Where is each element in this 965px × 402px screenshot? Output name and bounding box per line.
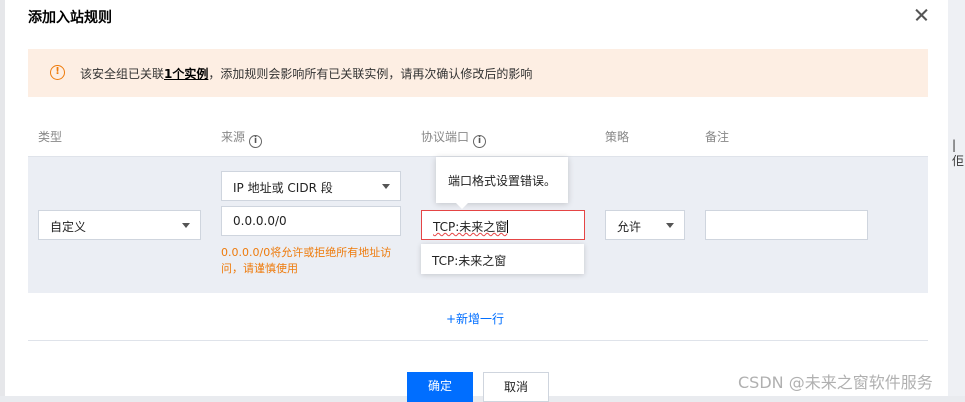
warning-text-after: ，添加规则会影响所有已关联实例，请再次确认修改后的影响 xyxy=(208,67,533,81)
cancel-button[interactable]: 取消 xyxy=(483,372,549,402)
text-cursor xyxy=(507,220,509,233)
header-port: 协议端口 i xyxy=(421,128,487,148)
source-input[interactable]: 0.0.0.0/0 xyxy=(221,206,401,236)
dialog-title: 添加入站规则 xyxy=(28,10,112,26)
policy-select[interactable]: 允许 xyxy=(605,210,685,240)
warning-banner: ! 该安全组已关联1个实例，添加规则会影响所有已关联实例，请再次确认修改后的影响 xyxy=(28,49,928,97)
header-policy: 策略 xyxy=(605,128,629,145)
type-select[interactable]: 自定义 xyxy=(38,210,201,240)
source-input-value: 0.0.0.0/0 xyxy=(233,214,287,228)
background-page-edge: |佢 xyxy=(948,0,965,396)
source-type-select[interactable]: IP 地址或 CIDR 段 xyxy=(221,171,401,201)
source-hint: 0.0.0.0/0将允许或拒绝所有地址访问，请谨慎使用 xyxy=(221,246,392,275)
info-icon[interactable]: i xyxy=(473,135,487,148)
header-policy-label: 策略 xyxy=(605,130,630,144)
source-type-select-value: IP 地址或 CIDR 段 xyxy=(233,181,333,195)
footer-divider xyxy=(28,340,928,341)
info-icon[interactable]: i xyxy=(249,135,263,148)
chevron-down-icon xyxy=(666,223,674,228)
port-input-value: TCP:未来之窗 xyxy=(433,218,509,235)
close-icon[interactable] xyxy=(911,4,933,26)
header-port-label: 协议端口 xyxy=(421,130,470,144)
policy-select-value: 允许 xyxy=(617,220,642,234)
header-type: 类型 xyxy=(38,128,62,145)
header-source-label: 来源 xyxy=(221,130,246,144)
dialog-left-edge xyxy=(0,0,5,396)
header-note: 备注 xyxy=(705,128,729,145)
add-row-button[interactable]: +新增一行 xyxy=(446,310,504,327)
port-suggestion-item[interactable]: TCP:未来之窗 xyxy=(421,244,584,274)
exclamation-circle-icon: ! xyxy=(50,65,65,80)
chevron-down-icon xyxy=(182,223,190,228)
add-inbound-rule-dialog: 添加入站规则 ! 该安全组已关联1个实例，添加规则会影响所有已关联实例，请再次确… xyxy=(0,0,948,402)
linked-instances-link[interactable]: 1个实例 xyxy=(164,67,208,81)
header-note-label: 备注 xyxy=(705,130,730,144)
port-suggestion-text: TCP:未来之窗 xyxy=(432,254,507,268)
confirm-button[interactable]: 确定 xyxy=(407,372,473,402)
port-input[interactable]: TCP:未来之窗 xyxy=(421,210,585,240)
type-select-value: 自定义 xyxy=(50,220,87,234)
header-type-label: 类型 xyxy=(38,130,63,144)
background-text-fragment: |佢 xyxy=(952,138,965,168)
port-input-text: TCP:未来之窗 xyxy=(433,220,508,234)
watermark: CSDN @未来之窗软件服务 xyxy=(738,373,933,392)
note-input[interactable] xyxy=(705,210,868,240)
warning-text-before: 该安全组已关联 xyxy=(80,67,165,81)
header-source: 来源 i xyxy=(221,128,263,148)
warning-text: 该安全组已关联1个实例，添加规则会影响所有已关联实例，请再次确认修改后的影响 xyxy=(80,65,532,82)
rules-table-header: 类型 来源 i 协议端口 i 策略 备注 xyxy=(28,117,928,157)
port-error-tooltip: 端口格式设置错误。 xyxy=(436,157,568,209)
chevron-down-icon xyxy=(382,184,390,189)
port-error-text: 端口格式设置错误。 xyxy=(448,174,557,188)
